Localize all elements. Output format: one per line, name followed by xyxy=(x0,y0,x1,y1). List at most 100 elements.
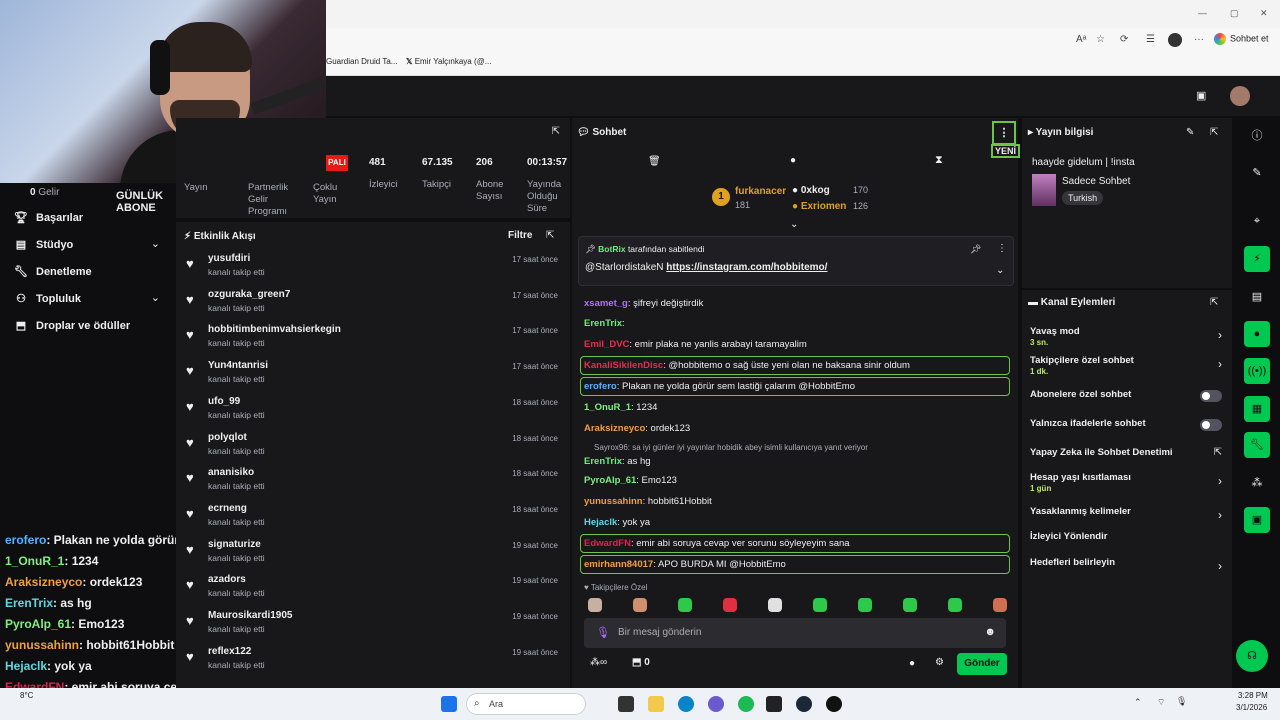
inbox-icon[interactable]: ▣ xyxy=(1196,89,1206,102)
broadcast-icon[interactable]: ((•)) xyxy=(1244,358,1270,384)
favorites-icon[interactable]: ☰ xyxy=(1146,34,1155,45)
steam-icon[interactable] xyxy=(796,696,812,712)
chevron-down-icon[interactable]: ⌄ xyxy=(151,291,160,304)
send-button[interactable]: Gönder xyxy=(957,653,1007,675)
chevron-right-icon[interactable]: › xyxy=(1218,328,1222,342)
chevron-right-icon[interactable]: › xyxy=(1218,474,1222,488)
emote-icon[interactable] xyxy=(993,598,1007,612)
emoji-icon[interactable]: ☻ xyxy=(984,626,996,638)
channel-action-item[interactable]: İzleyici Yönlendir xyxy=(1022,530,1232,554)
chat-message[interactable]: erofero: Plakan ne yolda görür sem lasti… xyxy=(584,381,855,392)
chat-username[interactable]: emirhann84017 xyxy=(584,559,653,570)
external-link-icon[interactable]: ⇱ xyxy=(1214,447,1222,458)
nav-item-drops[interactable]: ⬒ Droplar ve ödüller xyxy=(14,319,130,333)
channel-action-item[interactable]: Takipçilere özel sohbet 1 dk. › xyxy=(1022,354,1232,378)
channel-action-item[interactable]: Yapay Zeka ile Sohbet Denetimi ⇱ xyxy=(1022,446,1232,470)
avatar[interactable] xyxy=(1230,86,1250,106)
emote-icon[interactable] xyxy=(858,598,872,612)
chat-username[interactable]: KanaliSikilenDisc xyxy=(584,360,663,371)
emote-icon[interactable] xyxy=(813,598,827,612)
nav-item-moderation[interactable]: 🔧︎ Denetleme xyxy=(14,265,92,279)
chat-message[interactable]: EdwardFN: emir abi soruya cevap ver soru… xyxy=(584,538,850,549)
emote-icon[interactable] xyxy=(768,598,782,612)
feed-item[interactable]: ♥ ecrneng kanalı takip etti 18 saat önce xyxy=(186,502,560,536)
copilot-button[interactable]: Sohbet et xyxy=(1214,33,1269,45)
feed-item[interactable]: ♥ yusufdiri kanalı takip etti 17 saat önce xyxy=(186,252,560,286)
document-icon[interactable]: ▤ xyxy=(1244,284,1270,310)
edit-icon[interactable]: ✎ xyxy=(1186,127,1194,138)
nav-item-community[interactable]: ⚇ Topluluk xyxy=(14,292,81,306)
emote-icon[interactable] xyxy=(678,598,692,612)
edge-icon[interactable] xyxy=(678,696,694,712)
discord-icon[interactable] xyxy=(708,696,724,712)
gifter-name[interactable]: furkanacer xyxy=(735,186,786,197)
chat-settings-button[interactable]: ⋮ xyxy=(992,121,1016,145)
pinned-link[interactable]: https://instagram.com/hobbitemo/ xyxy=(666,262,827,273)
chevron-right-icon[interactable]: › xyxy=(1218,357,1222,371)
feed-item[interactable]: ♥ azadors kanalı takip etti 19 saat önce xyxy=(186,573,560,607)
toggle-switch[interactable] xyxy=(1200,390,1222,402)
chat-message[interactable]: yunussahinn: hobbit61Hobbit xyxy=(584,496,712,507)
stream-tag[interactable]: Turkish xyxy=(1062,191,1104,205)
bolt-icon[interactable]: ⚡︎ xyxy=(1244,246,1270,272)
info-icon[interactable]: ⓘ xyxy=(1244,123,1270,149)
clock-time[interactable]: 3:28 PM xyxy=(1238,691,1268,700)
profile-icon[interactable] xyxy=(1168,33,1182,47)
channel-action-item[interactable]: Abonelere özel sohbet xyxy=(1022,388,1232,412)
emote-icon[interactable] xyxy=(633,598,647,612)
file-explorer-icon[interactable] xyxy=(648,696,664,712)
hourglass-icon[interactable]: ⧗ xyxy=(935,154,943,167)
network-icon[interactable]: ⌔ xyxy=(1157,697,1165,708)
chat-username[interactable]: EdwardFN xyxy=(584,538,631,549)
wrench-icon[interactable]: 🔧︎ xyxy=(1244,432,1270,458)
channel-action-item[interactable]: Hesap yaşı kısıtlaması 1 gün › xyxy=(1022,471,1232,495)
chat-username[interactable]: 1_OnuR_1 xyxy=(584,402,631,413)
chat-username[interactable]: Araksizneyco xyxy=(584,423,645,434)
filter-button[interactable]: Filtre xyxy=(508,230,532,241)
layout-icon[interactable]: ▦ xyxy=(1244,396,1270,422)
chat-message[interactable]: KanaliSikilenDisc: @hobbitemo o sağ üste… xyxy=(584,360,910,371)
chat-message[interactable]: Hejaclk: yok ya xyxy=(584,517,650,528)
task-view-icon[interactable] xyxy=(618,696,634,712)
chat-username[interactable]: Hejaclk xyxy=(584,517,617,528)
chat-input[interactable]: 🎙︎ Bir mesaj gönderin ☻ xyxy=(584,618,1006,648)
gear-icon[interactable]: ⚙︎ xyxy=(935,657,944,668)
chat-message[interactable]: Araksizneyco: ordek123 xyxy=(584,423,690,434)
gifter-name[interactable]: ● 0xkog xyxy=(792,185,830,196)
terminal-icon[interactable] xyxy=(766,696,782,712)
popout-icon[interactable]: ⇱ xyxy=(1210,127,1218,138)
emote-icon[interactable] xyxy=(903,598,917,612)
feed-item[interactable]: ♥ signaturize kanalı takip etti 19 saat önc… xyxy=(186,538,560,572)
weather-widget[interactable]: 8°C xyxy=(20,691,33,700)
channel-action-item[interactable]: Yalnızca ifadelerle sohbet xyxy=(1022,417,1232,441)
mic-icon[interactable]: 🎙︎ xyxy=(596,626,610,639)
chat-message[interactable]: emirhann84017: APO BURDA MI @HobbitEmo xyxy=(584,559,786,570)
feed-item[interactable]: ♥ Maurosikardi1905 kanalı takip etti 19 saa… xyxy=(186,609,560,643)
extensions-icon[interactable]: ⁂ xyxy=(1244,470,1270,496)
mic-icon[interactable]: 🎙︎ xyxy=(1176,696,1187,707)
chat-username[interactable]: erofero xyxy=(584,381,617,392)
chevron-down-icon[interactable]: ⌄ xyxy=(151,237,160,250)
close-icon[interactable]: ✕ xyxy=(1260,8,1268,19)
nav-item-achievements[interactable]: 🏆︎ Başarılar xyxy=(14,211,83,225)
tray-chevron-icon[interactable]: ⌃ xyxy=(1134,697,1142,708)
chat-message[interactable]: Emil_DVC: emir plaka ne yanlis arabayi t… xyxy=(584,339,807,350)
minimize-icon[interactable]: — xyxy=(1198,8,1207,18)
nav-item-studio[interactable]: ▤ Stüdyo xyxy=(14,238,73,252)
more-icon[interactable]: ··· xyxy=(1194,34,1204,45)
help-icon[interactable]: ☊ xyxy=(1236,640,1268,672)
chat-username[interactable]: ErenTrix xyxy=(584,456,622,467)
toggle-switch[interactable] xyxy=(1200,419,1222,431)
collapse-icon[interactable]: ⌄ xyxy=(790,219,798,230)
chat-bubble-icon[interactable]: ● xyxy=(909,658,915,669)
emote-icon[interactable] xyxy=(588,598,602,612)
start-icon[interactable] xyxy=(441,696,457,712)
obs-icon[interactable] xyxy=(826,696,842,712)
chat-username[interactable]: Emil_DVC xyxy=(584,339,629,350)
feed-item[interactable]: ♥ polyqlot kanalı takip etti 18 saat önce xyxy=(186,431,560,465)
feed-item[interactable]: ♥ ozguraka_green7 kanalı takip etti 17 saat… xyxy=(186,288,560,322)
chat-username[interactable]: xsamet_g xyxy=(584,298,628,309)
spotify-icon[interactable] xyxy=(738,696,754,712)
favorite-star-icon[interactable]: ☆ xyxy=(1096,34,1105,45)
chat-message[interactable]: xsamet_g: şifreyi değiştirdik xyxy=(584,298,703,309)
